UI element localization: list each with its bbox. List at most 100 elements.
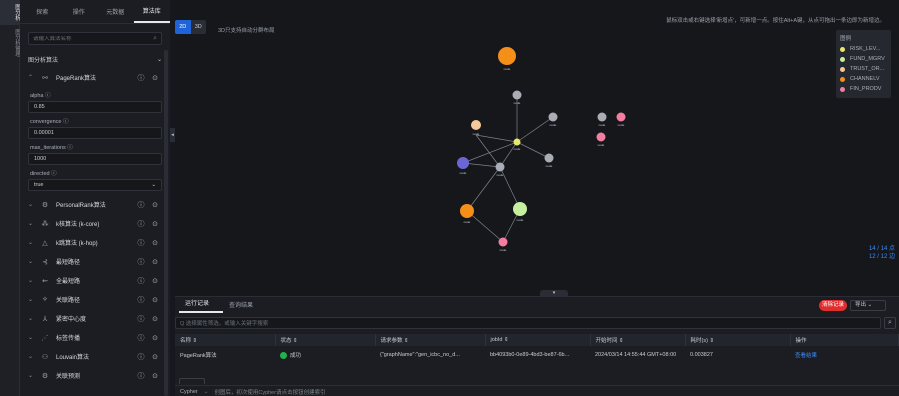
help-icon[interactable]: ⓘ [134,238,148,248]
chevron-down-icon[interactable]: ⌄ [28,201,38,208]
algo-item[interactable]: ⌄ ⇜ 全最短路 ⓘ ⊙ [20,271,170,290]
help-icon[interactable]: ⓘ [134,276,148,286]
tab-query-results[interactable]: 查询结果 [223,300,267,313]
help-icon[interactable]: ⓘ [134,295,148,305]
chevron-up-icon[interactable]: ⌃ [28,74,38,81]
run-icon[interactable]: ⊙ [148,296,162,304]
run-icon[interactable]: ⊙ [148,334,162,342]
run-icon[interactable]: ⊙ [148,353,162,361]
col-start-time[interactable]: 开始时间 ⇕ [590,334,686,346]
graph-nodes[interactable]: node node node node node node node node … [457,47,626,252]
graph-node[interactable] [597,112,607,122]
tab-run-log[interactable]: 运行记录 [179,298,224,313]
graph-node[interactable] [512,90,522,100]
help-icon[interactable]: ⓘ [134,200,148,210]
algo-item[interactable]: ⌄ ⚙ PersonalRank算法 ⓘ ⊙ [20,195,170,214]
run-icon[interactable]: ⊙ [148,239,162,247]
graph-svg[interactable]: node node node node node node node node … [175,0,899,296]
param-input-max-iterations[interactable]: 1000 [28,153,162,165]
param-input-alpha[interactable]: 0.85 [28,101,162,113]
cypher-select[interactable]: Cypher [180,389,198,395]
run-icon[interactable]: ⊙ [148,258,162,266]
rail-item-analysis[interactable]: 图分析 [0,0,20,25]
graph-node[interactable] [498,237,508,247]
algo-item[interactable]: ⌄ ⚇ Louvain算法 ⓘ ⊙ [20,347,170,366]
chevron-down-icon[interactable]: ⌄ [28,239,38,246]
chevron-down-icon[interactable]: ⌄ [28,296,38,303]
run-icon[interactable]: ⊙ [148,74,162,82]
help-icon[interactable]: ⓘ [134,257,148,267]
tab-operate[interactable]: 操作 [61,1,98,22]
left-scrollbar[interactable] [164,50,168,396]
results-panel: 运行记录 查询结果 清除记录 导出 ⌄ Q 选择属性筛选，或输入关键字搜索 ⌕ … [175,296,899,396]
view-result-link[interactable]: 查看结果 [795,353,817,359]
tab-metadata[interactable]: 元数据 [97,1,134,22]
col-name[interactable]: 名称 ⇕ [175,334,276,346]
algo-item[interactable]: ⌄ ⅄ 紧密中心度 ⓘ ⊙ [20,309,170,328]
run-icon[interactable]: ⊙ [148,277,162,285]
graph-node[interactable] [498,47,516,65]
tab-explore[interactable]: 探索 [24,1,61,22]
param-input-convergence[interactable]: 0.00001 [28,127,162,139]
help-icon[interactable]: ⓘ [134,371,148,381]
algo-item[interactable]: ⌄ △ k跳算法 (k-hop) ⓘ ⊙ [20,233,170,252]
chevron-down-icon[interactable]: ⌄ [28,372,38,379]
export-button[interactable]: 导出 ⌄ [850,300,886,311]
legend-item[interactable]: CHANNELV [840,74,887,84]
chevron-down-icon[interactable]: ⌄ [28,277,38,284]
algorithm-search-input[interactable] [33,35,154,42]
chevron-down-icon[interactable]: ⌄ [28,315,38,322]
run-icon[interactable]: ⊙ [148,315,162,323]
clear-records-button[interactable]: 清除记录 [819,300,847,311]
col-status[interactable]: 状态 ⇕ [275,334,376,346]
param-select-directed[interactable]: true ⌄ [28,179,162,191]
section-graph-analysis[interactable]: 图分析算法 ⌄ [20,51,170,68]
edge [499,141,518,168]
algo-pagerank[interactable]: ⌃ ⚯ PageRank算法 ⓘ ⊙ [20,68,170,87]
record-search[interactable]: Q 选择属性筛选，或输入关键字搜索 [175,317,881,329]
legend-item[interactable]: FIN_PRODV [840,84,887,94]
cell-params: {"graphName":"gen_icbc_no_d... [380,352,460,358]
algo-item[interactable]: ⌄ ⋰ 标签传播 ⓘ ⊙ [20,328,170,347]
col-jobid[interactable]: jobId ⇕ [485,334,591,346]
legend-item[interactable]: FUND_MGRV [840,54,887,64]
rail-item-manage[interactable]: 图分析管理 [0,25,20,61]
graph-node[interactable] [544,153,554,163]
search-icon[interactable]: ⌕ [884,317,896,329]
help-icon[interactable]: ⓘ [134,219,148,229]
graph-node[interactable] [548,112,558,122]
chevron-down-icon[interactable]: ⌄ [28,353,38,360]
legend-item[interactable]: RISK_LEV... [840,44,887,54]
algo-item[interactable]: ⌄ ⚙ 关联预测 ⓘ ⊙ [20,366,170,385]
tab-algorithms[interactable]: 算法库 [133,0,170,23]
chevron-down-icon[interactable]: ⌄ [28,334,38,341]
graph-node[interactable] [471,120,481,130]
run-icon[interactable]: ⊙ [148,372,162,380]
run-icon[interactable]: ⊙ [148,220,162,228]
algo-item[interactable]: ⌄ ⟡ 关联路径 ⓘ ⊙ [20,290,170,309]
algo-item[interactable]: ⌄ ⊰ 最短路径 ⓘ ⊙ [20,252,170,271]
help-icon[interactable]: ⓘ [134,314,148,324]
closeness-icon: ⅄ [42,315,48,323]
col-duration[interactable]: 耗时(s) ⇕ [685,334,791,346]
help-icon[interactable]: ⓘ [134,352,148,362]
algo-item[interactable]: ⌄ ⁂ k核算法 (k-core) ⓘ ⊙ [20,214,170,233]
graph-node[interactable] [460,204,474,218]
graph-node[interactable] [596,132,606,142]
search-icon[interactable]: ⌕ [153,35,157,43]
run-icon[interactable]: ⊙ [148,201,162,209]
chevron-down-icon[interactable]: ⌄ [28,220,38,227]
table-row[interactable]: PageRank算法 成功 {"graphName":"gen_icbc_no_… [175,346,899,364]
console-tab[interactable] [179,378,205,384]
graph-node[interactable] [513,202,527,216]
graph-node[interactable] [616,112,626,122]
help-icon[interactable]: ⓘ [134,333,148,343]
help-icon[interactable]: ⓘ [134,73,148,83]
graph-node[interactable] [495,162,505,172]
col-params[interactable]: 请求参数 ⇕ [375,334,486,346]
graph-node[interactable] [457,157,469,169]
graph-node[interactable] [513,138,521,146]
graph-canvas[interactable]: 2D 3D 3D只支持自动分群布局 鼠标双击或右键选择'新增点'，可新增一点。按… [175,0,899,296]
chevron-down-icon[interactable]: ⌄ [28,258,38,265]
legend-item[interactable]: TRUST_OR... [840,64,887,74]
